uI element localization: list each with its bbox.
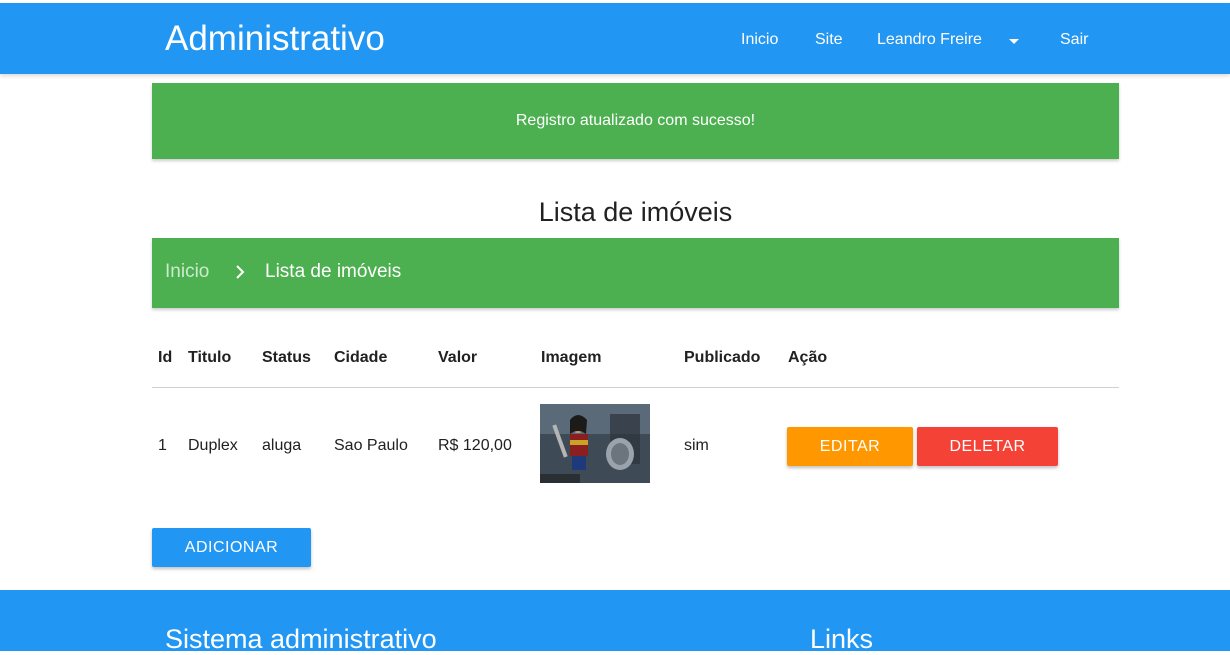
nav-site[interactable]: Site bbox=[815, 30, 843, 50]
column-header-publicado: Publicado bbox=[684, 349, 761, 366]
column-header-imagem: Imagem bbox=[541, 349, 602, 366]
edit-button[interactable]: EDITAR bbox=[787, 427, 913, 466]
breadcrumb-home-link[interactable]: Inicio bbox=[165, 261, 209, 283]
column-header-status: Status bbox=[262, 349, 311, 366]
cell-id: 1 bbox=[158, 437, 167, 454]
page-title: Lista de imóveis bbox=[538, 197, 733, 227]
cell-publicado: sim bbox=[684, 437, 709, 454]
cell-titulo: Duplex bbox=[188, 437, 238, 454]
chevron-right-icon bbox=[236, 265, 245, 279]
add-button[interactable]: ADICIONAR bbox=[152, 528, 311, 567]
top-navbar: Administrativo Inicio Site Leandro Freir… bbox=[0, 3, 1230, 74]
footer-title: Sistema administrativo bbox=[165, 624, 437, 654]
column-header-id: Id bbox=[158, 349, 173, 366]
caret-down-icon[interactable] bbox=[1009, 39, 1019, 44]
breadcrumb: Inicio Lista de imóveis bbox=[152, 238, 1119, 308]
footer-links-title: Links bbox=[810, 624, 874, 654]
nav-user-menu[interactable]: Leandro Freire bbox=[877, 30, 982, 50]
cell-cidade: Sao Paulo bbox=[334, 437, 408, 454]
cell-status: aluga bbox=[262, 437, 302, 454]
breadcrumb-current: Lista de imóveis bbox=[265, 261, 402, 282]
table-header-divider bbox=[152, 387, 1119, 388]
nav-sair[interactable]: Sair bbox=[1060, 30, 1088, 50]
thumbnail-image bbox=[540, 404, 650, 483]
nav-inicio[interactable]: Inicio bbox=[741, 30, 778, 50]
property-thumbnail bbox=[540, 404, 650, 483]
column-header-acao: Ação bbox=[788, 349, 828, 366]
cell-valor: R$ 120,00 bbox=[438, 437, 512, 454]
column-header-titulo: Titulo bbox=[188, 349, 232, 366]
column-header-cidade: Cidade bbox=[334, 349, 388, 366]
footer: Sistema administrativo Links bbox=[0, 590, 1230, 654]
column-header-valor: Valor bbox=[438, 349, 478, 366]
alert-message: Registro atualizado com sucesso! bbox=[515, 112, 756, 129]
brand-title[interactable]: Administrativo bbox=[165, 19, 385, 59]
delete-button[interactable]: DELETAR bbox=[917, 427, 1058, 466]
success-alert: Registro atualizado com sucesso! bbox=[152, 83, 1119, 159]
